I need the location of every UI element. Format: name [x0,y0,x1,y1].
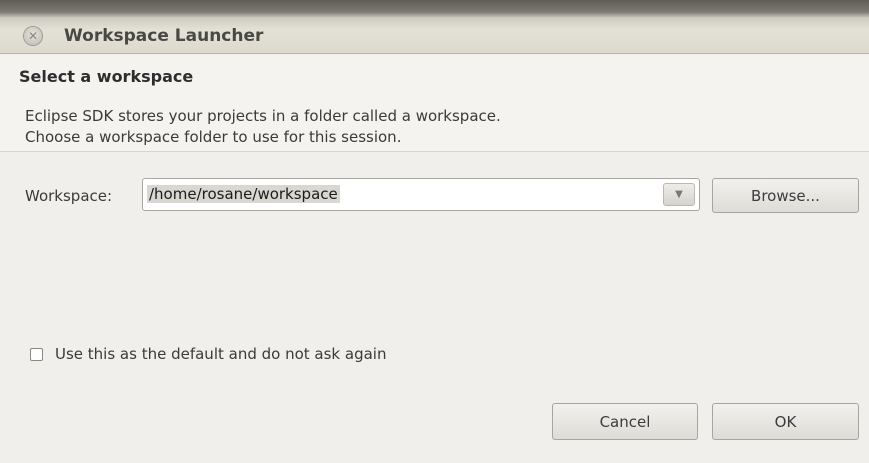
chevron-down-icon[interactable]: ▼ [663,183,695,206]
ok-button[interactable]: OK [712,403,859,440]
workspace-input[interactable]: /home/rosane/workspace [147,185,340,203]
title-bar: ✕ Workspace Launcher [0,0,869,54]
default-checkbox[interactable] [30,348,43,361]
workspace-launcher-dialog: ✕ Workspace Launcher Select a workspace … [0,0,869,463]
workspace-combo[interactable]: /home/rosane/workspace ▼ [142,178,700,211]
description-line-2: Choose a workspace folder to use for thi… [25,128,402,146]
default-checkbox-label[interactable]: Use this as the default and do not ask a… [55,345,386,363]
cancel-button[interactable]: Cancel [552,403,698,440]
header-description: Eclipse SDK stores your projects in a fo… [25,106,501,148]
browse-button[interactable]: Browse... [712,178,859,213]
header-title: Select a workspace [19,67,194,86]
workspace-label: Workspace: [25,187,113,205]
dialog-header: Select a workspace Eclipse SDK stores yo… [0,55,869,152]
close-icon[interactable]: ✕ [24,27,42,45]
description-line-1: Eclipse SDK stores your projects in a fo… [25,107,501,125]
window-title: Workspace Launcher [64,26,264,46]
